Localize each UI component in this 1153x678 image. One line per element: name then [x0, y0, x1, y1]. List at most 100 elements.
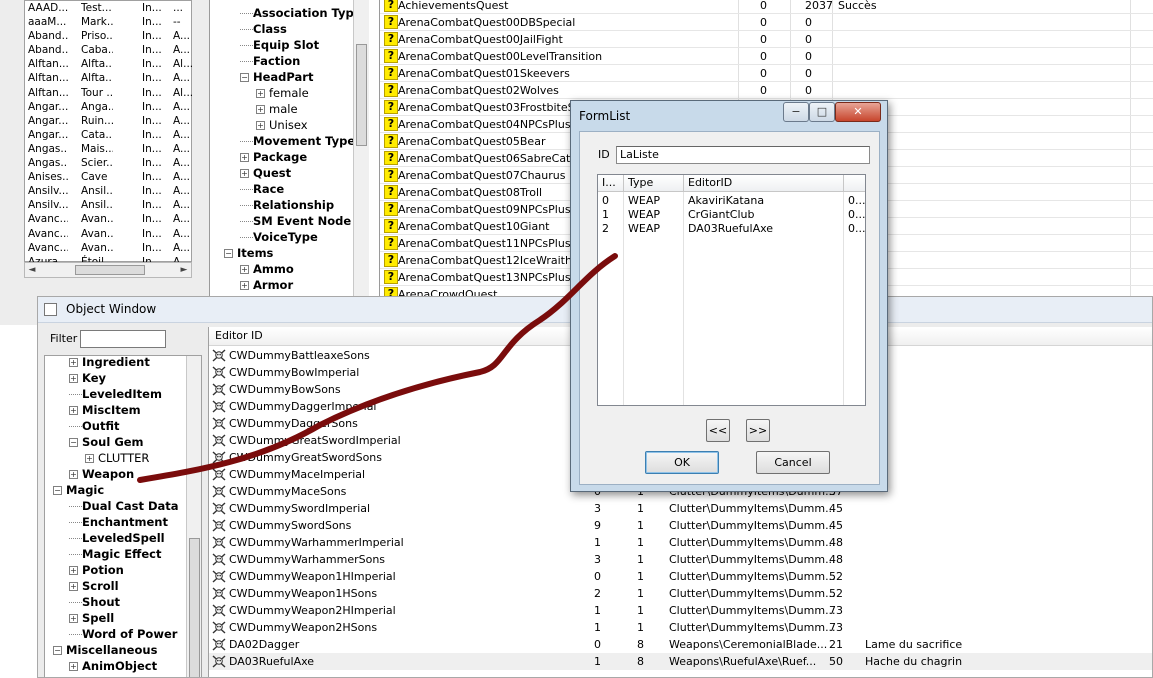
list-item[interactable]: Alftan... Alfta... In... Al...	[25, 57, 193, 71]
tree-item-animobject[interactable]: + AnimObject	[69, 658, 157, 674]
list-item[interactable]: Angar... Cata... In... A...	[25, 128, 191, 142]
expand-icon[interactable]: +	[69, 406, 78, 415]
filter-input[interactable]	[80, 330, 166, 348]
tree-item-magic[interactable]: − Magic	[53, 482, 104, 498]
formlist-row[interactable]: 1 WEAP CrGiantClub 0...	[598, 208, 865, 222]
expand-icon[interactable]: +	[69, 374, 78, 383]
tree-item-soul-gem[interactable]: − Soul Gem	[69, 434, 144, 450]
expand-icon[interactable]: +	[69, 566, 78, 575]
expand-icon[interactable]: +	[240, 169, 249, 178]
list-item[interactable]: Aband... Caba... In... A...	[25, 43, 191, 57]
list-item[interactable]: Avanc... Avan... In... A...	[25, 212, 191, 226]
tree-item-spell[interactable]: + Spell	[69, 610, 114, 626]
tree-item-leveledspell[interactable]: LeveledSpell	[69, 530, 165, 546]
tree-item-quest[interactable]: + Quest	[240, 165, 291, 181]
tree-item-headpart[interactable]: − HeadPart	[240, 69, 313, 85]
list-item[interactable]: Aband... Priso... In... A...	[25, 29, 191, 43]
column-header-index[interactable]: I...	[598, 175, 624, 192]
table-row[interactable]: ? AchievementsQuest 0 2037 Succès	[380, 0, 1153, 14]
tree-item-leveleditem[interactable]: LeveledItem	[69, 386, 162, 402]
next-button[interactable]: >>	[746, 419, 770, 442]
expand-icon[interactable]: +	[240, 153, 249, 162]
list-item[interactable]: Angar... Ruin... In... A...	[25, 114, 191, 128]
object-tree-vscroll[interactable]	[186, 356, 201, 677]
tree-item-voicetype[interactable]: VoiceType	[240, 229, 318, 245]
list-item[interactable]: AAAD... Test... In......	[25, 1, 191, 15]
tree-item-equip-slot[interactable]: Equip Slot	[240, 37, 319, 53]
tree-item-package[interactable]: + Package	[240, 149, 307, 165]
table-row[interactable]: CWDummyWeapon1HSons 2 1 Clutter\DummyItems\…	[209, 585, 1152, 602]
formlist-row[interactable]: 2 WEAP DA03RuefulAxe 0...	[598, 222, 865, 236]
expand-icon[interactable]: +	[85, 454, 94, 463]
collapse-icon[interactable]: −	[240, 73, 249, 82]
formlist-row[interactable]: 0 WEAP AkaviriKatana 0...	[598, 194, 865, 208]
expand-icon[interactable]: +	[69, 358, 78, 367]
scroll-right-icon[interactable]: ►	[177, 263, 191, 277]
ok-button[interactable]: OK	[645, 451, 719, 474]
scroll-thumb[interactable]	[75, 265, 145, 275]
expand-icon[interactable]: +	[256, 121, 265, 130]
tree-item-movement-type[interactable]: Movement Type	[240, 133, 355, 149]
expand-icon[interactable]: +	[240, 281, 249, 290]
expand-icon[interactable]: +	[240, 265, 249, 274]
background-tree-vscroll[interactable]	[353, 0, 369, 300]
tree-item-items[interactable]: − Items	[224, 245, 273, 261]
tree-item-relationship[interactable]: Relationship	[240, 197, 334, 213]
table-row[interactable]: CWDummyWarhammerSons 3 1 Clutter\DummyItems…	[209, 551, 1152, 568]
list-item[interactable]: Ansilv... Ansil... In... A...	[25, 184, 191, 198]
tree-item-miscitem[interactable]: + MiscItem	[69, 402, 141, 418]
scroll-thumb[interactable]	[356, 44, 367, 146]
tree-item-scroll[interactable]: + Scroll	[69, 578, 119, 594]
tree-item-shout[interactable]: Shout	[69, 594, 120, 610]
tree-item-magic-effect[interactable]: Magic Effect	[69, 546, 161, 562]
list-item[interactable]: Alftan... Tour ... In... Al...	[25, 86, 193, 100]
tree-item-unisex[interactable]: + Unisex	[256, 117, 308, 133]
list-item[interactable]: Ansilv... Ansil... In... A...	[25, 198, 191, 212]
tree-item-word-of-power[interactable]: Word of Power	[69, 626, 177, 642]
expand-icon[interactable]: +	[69, 470, 78, 479]
table-row[interactable]: CWDummyWeapon2HImperial 1 1 Clutter\DummyIt…	[209, 602, 1152, 619]
close-button[interactable]: ✕	[835, 102, 881, 122]
table-row[interactable]: CWDummySwordSons 9 1 Clutter\DummyItems\Dum…	[209, 517, 1152, 534]
collapse-icon[interactable]: −	[69, 438, 78, 447]
table-row[interactable]: ? ArenaCombatQuest02Wolves 0 0	[380, 82, 1153, 99]
list-item[interactable]: Angar... Anga... In... A...	[25, 100, 191, 114]
table-row[interactable]: CWDummyWarhammerImperial 1 1 Clutter\DummyI…	[209, 534, 1152, 551]
cancel-button[interactable]: Cancel	[756, 451, 830, 474]
list-item[interactable]: Avanc... Avan... In... A...	[25, 227, 191, 241]
tree-item-potion[interactable]: + Potion	[69, 562, 124, 578]
expand-icon[interactable]: +	[256, 89, 265, 98]
column-header-editor-id[interactable]: EditorID	[684, 175, 844, 192]
expand-icon[interactable]: +	[256, 105, 265, 114]
list-item[interactable]: Angas... Scier... In... A...	[25, 156, 191, 170]
background-list-hscroll[interactable]: ◄ ►	[24, 262, 192, 278]
tree-item-weapon[interactable]: + Weapon	[69, 466, 134, 482]
collapse-icon[interactable]: −	[53, 646, 62, 655]
expand-icon[interactable]: +	[69, 582, 78, 591]
list-item[interactable]: Alftan... Alfta... In... A...	[25, 71, 191, 85]
tree-item-armor[interactable]: + Armor	[240, 277, 293, 293]
tree-item-male[interactable]: + male	[256, 101, 298, 117]
tree-item-faction[interactable]: Faction	[240, 53, 300, 69]
table-row[interactable]: CWDummyWeapon1HImperial 0 1 Clutter\DummyIt…	[209, 568, 1152, 585]
expand-icon[interactable]: +	[69, 614, 78, 623]
table-row[interactable]: ? ArenaCombatQuest00DBSpecial 0 0	[380, 14, 1153, 31]
previous-button[interactable]: <<	[706, 419, 730, 442]
collapse-icon[interactable]: −	[224, 249, 233, 258]
tree-item-association-type[interactable]: Association Type	[240, 5, 362, 21]
tree-item-dual-cast-data[interactable]: Dual Cast Data	[69, 498, 179, 514]
column-header-extra[interactable]	[844, 175, 865, 192]
table-row[interactable]: CWDummyWeapon2HSons 1 1 Clutter\DummyItems\…	[209, 619, 1152, 636]
scroll-left-icon[interactable]: ◄	[25, 263, 39, 277]
table-row[interactable]: DA02Dagger 0 8 Weapons\CeremonialBlade... 21…	[209, 636, 1152, 653]
list-item[interactable]: Avanc... Avan... In... A...	[25, 241, 191, 255]
list-item[interactable]: aaaM... Mark... In... --	[25, 15, 191, 29]
tree-item-clutter[interactable]: + CLUTTER	[85, 450, 149, 466]
tree-item-class[interactable]: Class	[240, 21, 287, 37]
tree-item-key[interactable]: + Key	[69, 370, 106, 386]
column-header-type[interactable]: Type	[624, 175, 684, 192]
tree-item-enchantment[interactable]: Enchantment	[69, 514, 168, 530]
minimize-button[interactable]: −	[783, 102, 809, 122]
scroll-thumb[interactable]	[189, 538, 200, 677]
table-row[interactable]: ? ArenaCombatQuest00LevelTransition 0 0	[380, 48, 1153, 65]
